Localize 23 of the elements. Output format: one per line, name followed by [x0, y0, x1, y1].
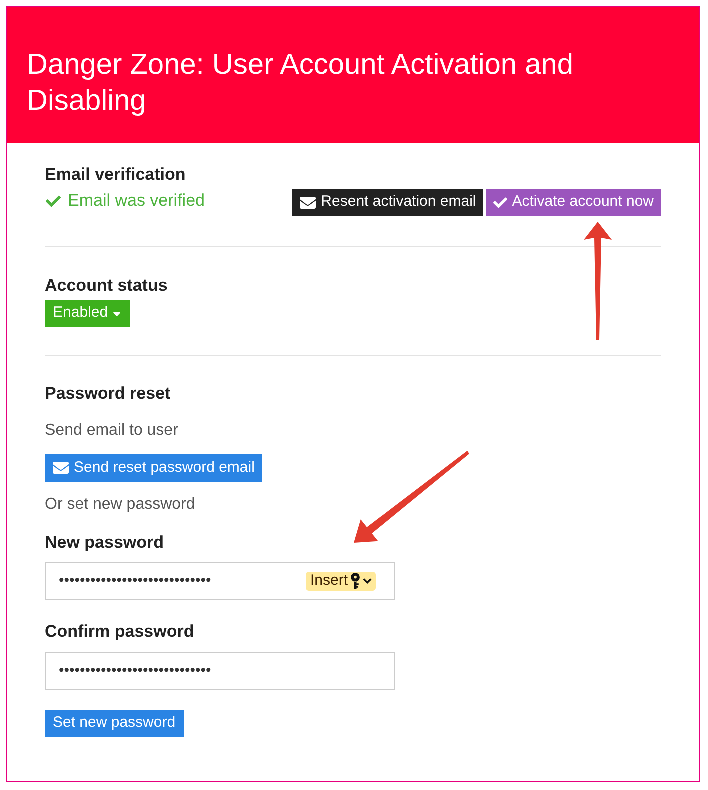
send-reset-email-button[interactable]: Send reset password email: [45, 454, 262, 482]
password-field[interactable]: •••••••••••••••••••••••••••••: [45, 652, 395, 690]
section-heading: Account status: [45, 275, 168, 297]
password-value: •••••••••••••••••••••••••••••: [59, 570, 212, 591]
resend-activation-button[interactable]: Resent activation email: [292, 189, 484, 216]
activate-account-button[interactable]: Activate account now: [486, 189, 661, 216]
helper-text: Send email to user: [45, 421, 178, 441]
set-password-button[interactable]: Set new password: [45, 710, 184, 737]
key-icon: [351, 573, 360, 589]
section-heading: Password reset: [45, 383, 171, 405]
helper-text: Or set new password: [45, 495, 196, 515]
verification-status: Email was verified: [68, 190, 205, 212]
section-heading: Email verification: [45, 164, 186, 186]
insert-password-button[interactable]: Insert: [306, 572, 376, 590]
password-field[interactable]: ••••••••••••••••••••••••••••• Insert: [45, 562, 395, 600]
page-title: Danger Zone: User Account Activation and Disabling: [27, 48, 574, 119]
field-label: Confirm password: [45, 621, 194, 643]
chevron-down-icon: [363, 578, 372, 584]
password-value: •••••••••••••••••••••••••••••: [59, 660, 212, 681]
field-label: New password: [45, 532, 164, 554]
envelope-icon: [299, 194, 318, 210]
envelope-icon: [52, 460, 70, 476]
check-icon: [493, 196, 508, 210]
